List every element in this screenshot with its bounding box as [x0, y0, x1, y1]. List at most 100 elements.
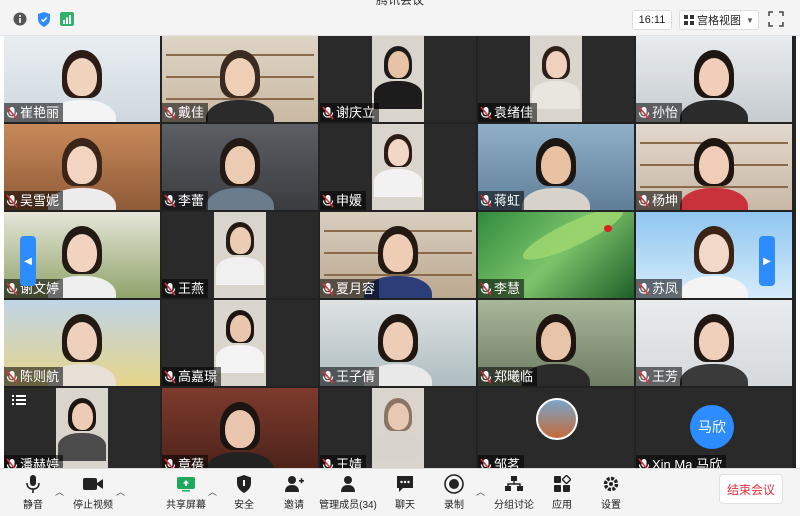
participant-tile[interactable]: 郑曦临: [478, 300, 634, 386]
participant-name: 夏月容: [336, 281, 376, 296]
video-grid: 崔艳丽 戴佳 谢庆立 袁绪佳 孙怡 吴雪妮 李蕾 申媛 蒋虹 杨坤 谢文婷 王燕 夏月容 李慧 苏凤 陈则航高…: [4, 36, 796, 474]
add-user-icon: [282, 473, 306, 495]
participant-tile[interactable]: 杨坤: [636, 124, 792, 210]
participant-name-tag: 夏月容: [320, 279, 380, 298]
chat-button[interactable]: 聊天: [393, 473, 417, 513]
settings-label: 设置: [601, 500, 621, 511]
participant-name-tag: 戴佳: [162, 103, 209, 122]
participant-name: 陈则航: [20, 369, 60, 384]
security-button[interactable]: 安全: [232, 473, 256, 513]
participant-tile[interactable]: 孙怡: [636, 36, 792, 122]
muted-microphone-icon: [164, 193, 176, 208]
participant-tile[interactable]: 蒋虹: [478, 124, 634, 210]
view-label: 宫格视图: [697, 15, 741, 27]
participant-tile[interactable]: 陈则航: [4, 300, 160, 386]
participant-name-tag: 谢庆立: [320, 103, 380, 122]
shield-icon: [232, 473, 256, 495]
mute-button[interactable]: 静音: [18, 473, 48, 513]
window-title: 腾讯会议: [375, 0, 424, 7]
top-bar: 腾讯会议 16:11 宫格视图 ▼: [0, 0, 800, 36]
participant-name: 苏凤: [652, 281, 679, 296]
participant-tile[interactable]: 王燕: [162, 212, 318, 298]
muted-microphone-icon: [6, 369, 18, 384]
gear-icon: [599, 473, 623, 495]
participant-name-tag: 王燕: [162, 279, 209, 298]
participant-name-tag: 苏凤: [636, 279, 683, 298]
gallery-view-dropdown[interactable]: 宫格视图 ▼: [679, 10, 759, 30]
participant-name-tag: 王芳: [636, 367, 683, 386]
menu-icon[interactable]: [12, 392, 26, 405]
participant-tile[interactable]: 章蓓: [162, 388, 318, 474]
video-camera-icon: [81, 473, 105, 495]
participant-tile[interactable]: 李蕾: [162, 124, 318, 210]
apps-label: 应用: [552, 500, 572, 511]
stop-video-label: 停止视频: [73, 500, 113, 511]
muted-microphone-icon: [6, 281, 18, 296]
participant-tile[interactable]: 王芳: [636, 300, 792, 386]
muted-microphone-icon: [6, 193, 18, 208]
breakout-icon: [502, 473, 526, 495]
share-options-chevron-up-icon[interactable]: ︿: [208, 485, 217, 498]
participant-tile[interactable]: 邹茗: [478, 388, 634, 474]
muted-microphone-icon: [480, 281, 492, 296]
participant-name: 申媛: [336, 193, 363, 208]
participant-tile[interactable]: 高嘉璟: [162, 300, 318, 386]
participant-tile[interactable]: 崔艳丽: [4, 36, 160, 122]
participant-name-tag: 崔艳丽: [4, 103, 64, 122]
apps-button[interactable]: 应用: [550, 473, 574, 513]
muted-microphone-icon: [322, 105, 334, 120]
muted-microphone-icon: [322, 369, 334, 384]
participant-tile[interactable]: 袁绪佳: [478, 36, 634, 122]
participant-name-tag: 王子倩: [320, 367, 380, 386]
shield-icon[interactable]: [36, 11, 52, 27]
share-screen-icon: [174, 473, 198, 495]
chevron-down-icon: ▼: [746, 15, 754, 25]
avatar: 马欣: [690, 405, 734, 449]
participant-tile[interactable]: 王婧: [320, 388, 476, 474]
settings-button[interactable]: 设置: [599, 473, 623, 513]
stop-video-button[interactable]: 停止视频: [72, 473, 114, 513]
participant-tile[interactable]: 戴佳: [162, 36, 318, 122]
participant-tile[interactable]: 李慧: [478, 212, 634, 298]
muted-microphone-icon: [638, 105, 650, 120]
participant-name-tag: 李慧: [478, 279, 525, 298]
record-button[interactable]: 录制: [442, 473, 466, 513]
participant-name: 谢庆立: [336, 105, 376, 120]
manage-members-button[interactable]: 管理成员(34): [319, 473, 377, 513]
members-icon: [336, 473, 360, 495]
muted-microphone-icon: [480, 369, 492, 384]
participant-tile[interactable]: 谢庆立: [320, 36, 476, 122]
muted-microphone-icon: [164, 369, 176, 384]
chat-icon: [393, 473, 417, 495]
end-meeting-button[interactable]: 结束会议: [719, 474, 783, 504]
chat-label: 聊天: [395, 500, 415, 511]
participant-name-tag: 杨坤: [636, 191, 683, 210]
participant-tile[interactable]: 吴雪妮: [4, 124, 160, 210]
invite-label: 邀请: [284, 500, 304, 511]
previous-page-button[interactable]: ◀: [20, 236, 36, 286]
breakout-rooms-button[interactable]: 分组讨论: [494, 473, 534, 513]
participant-tile[interactable]: 申媛: [320, 124, 476, 210]
meeting-clock: 16:11: [632, 10, 672, 30]
participant-tile[interactable]: 潘赫婷: [4, 388, 160, 474]
participant-name: 王子倩: [336, 369, 376, 384]
next-page-button[interactable]: ▶: [759, 236, 775, 286]
muted-microphone-icon: [164, 281, 176, 296]
fullscreen-icon[interactable]: [768, 11, 784, 27]
record-options-chevron-up-icon[interactable]: ︿: [476, 485, 485, 498]
share-screen-button[interactable]: 共享屏幕: [166, 473, 206, 513]
muted-microphone-icon: [164, 105, 176, 120]
signal-icon[interactable]: [59, 11, 75, 27]
participant-tile[interactable]: 夏月容: [320, 212, 476, 298]
participant-name: 蒋虹: [494, 193, 521, 208]
info-icon[interactable]: [12, 11, 28, 27]
mute-options-chevron-up-icon[interactable]: ︿: [55, 485, 64, 498]
apps-icon: [550, 473, 574, 495]
invite-button[interactable]: 邀请: [282, 473, 306, 513]
video-options-chevron-up-icon[interactable]: ︿: [116, 485, 125, 498]
participant-name: 杨坤: [652, 193, 679, 208]
muted-microphone-icon: [6, 105, 18, 120]
participant-tile[interactable]: 王子倩: [320, 300, 476, 386]
participant-name-tag: 高嘉璟: [162, 367, 222, 386]
participant-name-tag: 申媛: [320, 191, 367, 210]
